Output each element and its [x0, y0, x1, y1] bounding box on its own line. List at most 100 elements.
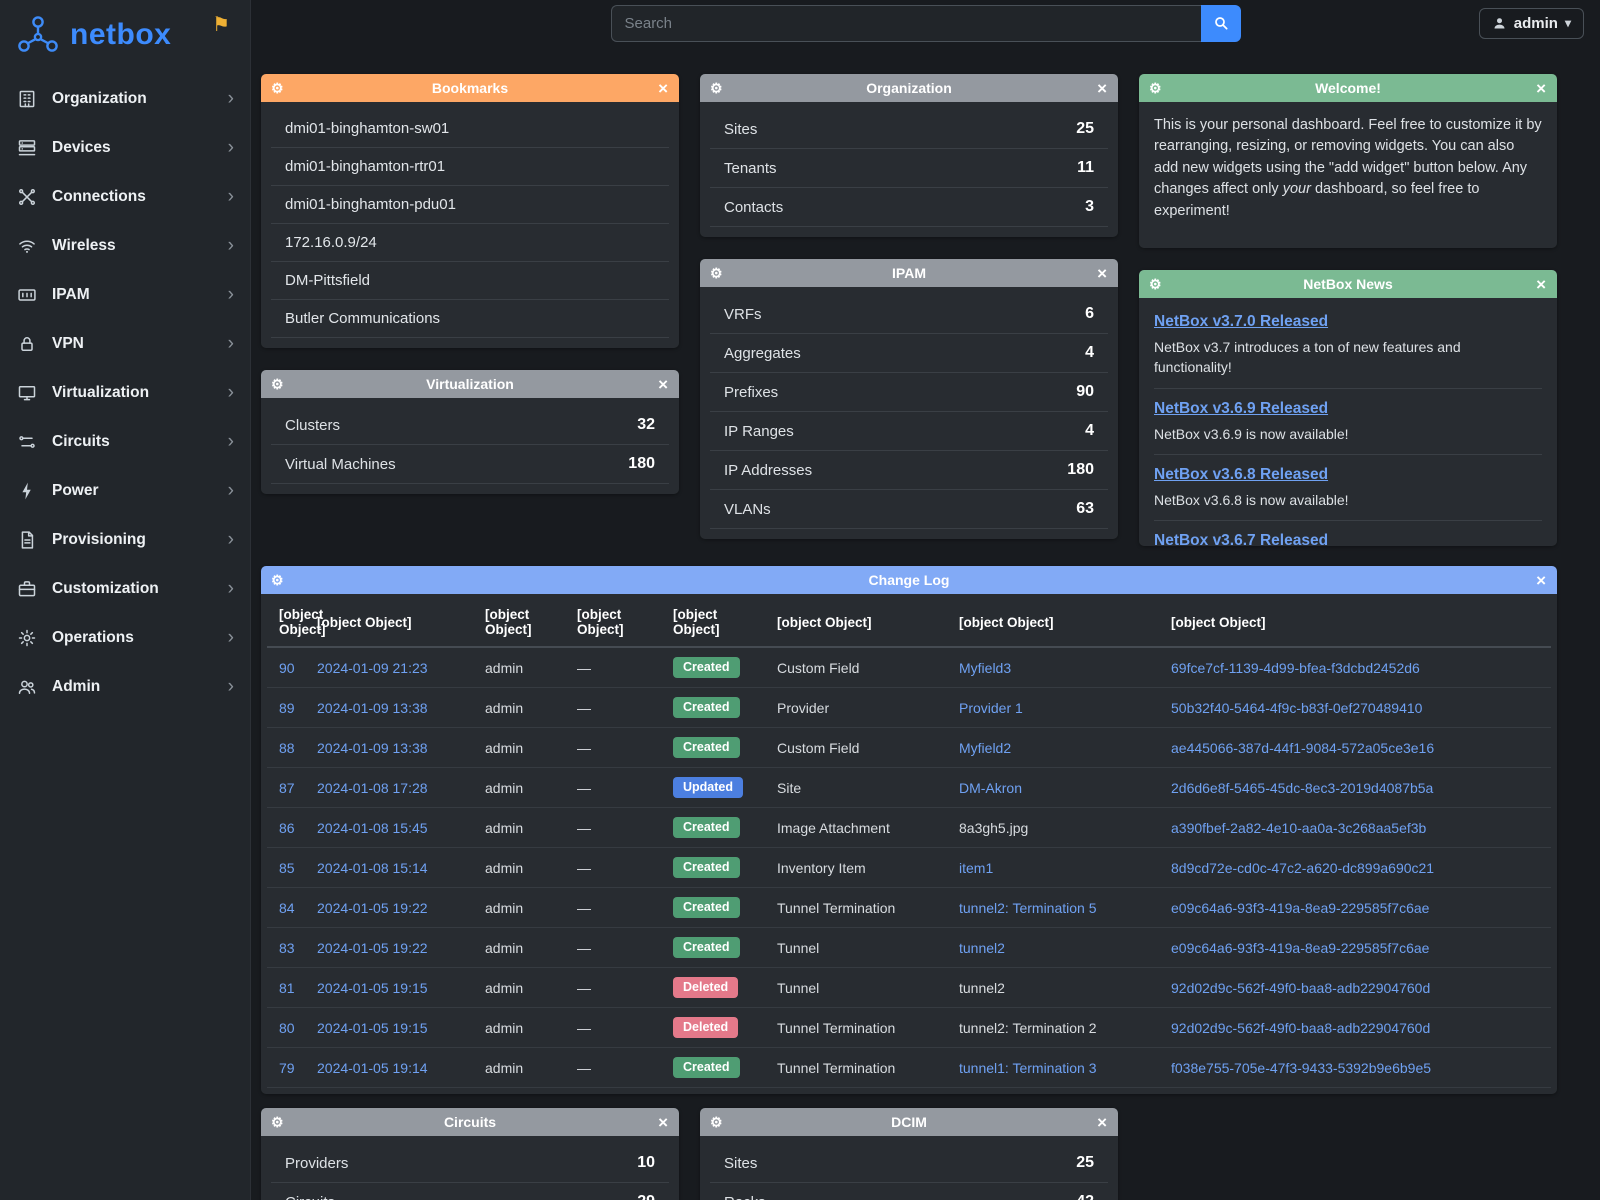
close-icon[interactable]: × — [1536, 80, 1546, 97]
changelog-time-link[interactable]: 2024-01-09 13:38 — [317, 740, 428, 756]
changelog-object[interactable]: tunnel2 — [959, 980, 1005, 996]
close-icon[interactable]: × — [658, 376, 668, 393]
changelog-time-link[interactable]: 2024-01-08 17:28 — [317, 780, 428, 796]
close-icon[interactable]: × — [1536, 276, 1546, 293]
changelog-id-link[interactable]: 89 — [279, 700, 295, 716]
close-icon[interactable]: × — [658, 1114, 668, 1131]
stat-label[interactable]: Sites — [724, 121, 757, 138]
close-icon[interactable]: × — [1536, 572, 1546, 589]
stat-label[interactable]: VLANs — [724, 501, 771, 518]
changelog-object[interactable]: tunnel2: Termination 5 — [959, 900, 1097, 916]
stat-label[interactable]: Prefixes — [724, 384, 778, 401]
close-icon[interactable]: × — [658, 80, 668, 97]
gear-icon[interactable]: ⚙ — [271, 81, 284, 95]
changelog-object[interactable]: tunnel2: Termination 2 — [959, 1020, 1097, 1036]
gear-icon[interactable]: ⚙ — [710, 1115, 723, 1129]
changelog-object[interactable]: Myfield2 — [959, 740, 1011, 756]
stat-label[interactable]: IP Addresses — [724, 462, 812, 479]
bookmark-item[interactable]: dmi01-binghamton-sw01 — [271, 110, 669, 148]
sidebar-item[interactable]: Connections › — [0, 172, 250, 221]
stat-label[interactable]: Aggregates — [724, 345, 801, 362]
changelog-object[interactable]: tunnel2 — [959, 940, 1005, 956]
changelog-object[interactable]: Provider 1 — [959, 700, 1023, 716]
stat-label[interactable]: Providers — [285, 1155, 348, 1172]
bookmark-item[interactable]: dmi01-binghamton-pdu01 — [271, 186, 669, 224]
changelog-request-id-link[interactable]: a390fbef-2a82-4e10-aa0a-3c268aa5ef3b — [1171, 820, 1426, 836]
changelog-time-link[interactable]: 2024-01-05 19:15 — [317, 1020, 428, 1036]
search-button[interactable] — [1201, 5, 1241, 42]
stat-label[interactable]: IP Ranges — [724, 423, 794, 440]
changelog-object[interactable]: DM-Akron — [959, 780, 1022, 796]
changelog-object[interactable]: tunnel1: Termination 3 — [959, 1060, 1097, 1076]
sidebar-item[interactable]: Virtualization › — [0, 368, 250, 417]
sidebar-item[interactable]: Wireless › — [0, 221, 250, 270]
changelog-object[interactable]: Myfield3 — [959, 660, 1011, 676]
changelog-request-id-link[interactable]: 92d02d9c-562f-49f0-baa8-adb22904760d — [1171, 980, 1430, 996]
gear-icon[interactable]: ⚙ — [271, 1115, 284, 1129]
sidebar-item[interactable]: VPN › — [0, 319, 250, 368]
pin-flag-icon[interactable]: ⚑ — [212, 12, 230, 37]
changelog-request-id-link[interactable]: e09c64a6-93f3-419a-8ea9-229585f7c6ae — [1171, 940, 1429, 956]
changelog-request-id-link[interactable]: 8d9cd72e-cd0c-47c2-a620-dc899a690c21 — [1171, 860, 1434, 876]
gear-icon[interactable]: ⚙ — [1149, 81, 1162, 95]
sidebar-item[interactable]: Organization › — [0, 74, 250, 123]
news-headline-link[interactable]: NetBox v3.6.8 Released — [1154, 466, 1328, 484]
changelog-request-id-link[interactable]: 69fce7cf-1139-4d99-bfea-f3dcbd2452d6 — [1171, 660, 1420, 676]
stat-label[interactable]: Sites — [724, 1155, 757, 1172]
stat-label[interactable]: Contacts — [724, 199, 783, 216]
changelog-time-link[interactable]: 2024-01-05 19:22 — [317, 940, 428, 956]
close-icon[interactable]: × — [1097, 265, 1107, 282]
sidebar-item[interactable]: Operations › — [0, 613, 250, 662]
bookmark-item[interactable]: Butler Communications — [271, 300, 669, 338]
sidebar-item[interactable]: Devices › — [0, 123, 250, 172]
gear-icon[interactable]: ⚙ — [271, 573, 284, 587]
gear-icon[interactable]: ⚙ — [710, 266, 723, 280]
sidebar-item[interactable]: Admin › — [0, 662, 250, 711]
search-input[interactable] — [611, 5, 1201, 42]
user-menu[interactable]: admin ▾ — [1479, 8, 1584, 39]
changelog-id-link[interactable]: 80 — [279, 1020, 295, 1036]
changelog-id-link[interactable]: 86 — [279, 820, 295, 836]
sidebar-item[interactable]: IPAM › — [0, 270, 250, 319]
sidebar-item[interactable]: Power › — [0, 466, 250, 515]
sidebar-item[interactable]: Customization › — [0, 564, 250, 613]
gear-icon[interactable]: ⚙ — [271, 377, 284, 391]
changelog-id-link[interactable]: 85 — [279, 860, 295, 876]
gear-icon[interactable]: ⚙ — [1149, 277, 1162, 291]
changelog-time-link[interactable]: 2024-01-05 19:14 — [317, 1060, 428, 1076]
news-headline-link[interactable]: NetBox v3.7.0 Released — [1154, 313, 1328, 331]
changelog-time-link[interactable]: 2024-01-09 13:38 — [317, 700, 428, 716]
stat-label[interactable]: VRFs — [724, 306, 762, 323]
stat-label[interactable]: Circuits — [285, 1194, 335, 1200]
close-icon[interactable]: × — [1097, 80, 1107, 97]
bookmark-item[interactable]: 172.16.0.9/24 — [271, 224, 669, 262]
stat-label[interactable]: Racks — [724, 1194, 766, 1200]
changelog-request-id-link[interactable]: 50b32f40-5464-4f9c-b83f-0ef270489410 — [1171, 700, 1422, 716]
news-headline-link[interactable]: NetBox v3.6.9 Released — [1154, 400, 1328, 418]
bookmark-item[interactable]: dmi01-binghamton-rtr01 — [271, 148, 669, 186]
changelog-id-link[interactable]: 87 — [279, 780, 295, 796]
bookmark-item[interactable]: DM-Pittsfield — [271, 262, 669, 300]
changelog-id-link[interactable]: 83 — [279, 940, 295, 956]
changelog-request-id-link[interactable]: 92d02d9c-562f-49f0-baa8-adb22904760d — [1171, 1020, 1430, 1036]
changelog-object[interactable]: item1 — [959, 860, 993, 876]
changelog-id-link[interactable]: 79 — [279, 1060, 295, 1076]
close-icon[interactable]: × — [1097, 1114, 1107, 1131]
sidebar-item[interactable]: Provisioning › — [0, 515, 250, 564]
changelog-time-link[interactable]: 2024-01-08 15:14 — [317, 860, 428, 876]
changelog-time-link[interactable]: 2024-01-09 21:23 — [317, 660, 428, 676]
changelog-time-link[interactable]: 2024-01-05 19:22 — [317, 900, 428, 916]
changelog-time-link[interactable]: 2024-01-08 15:45 — [317, 820, 428, 836]
stat-label[interactable]: Clusters — [285, 417, 340, 434]
sidebar-item[interactable]: Circuits › — [0, 417, 250, 466]
changelog-request-id-link[interactable]: f038e755-705e-47f3-9433-5392b9e6b9e5 — [1171, 1060, 1431, 1076]
stat-label[interactable]: Virtual Machines — [285, 456, 396, 473]
changelog-request-id-link[interactable]: e09c64a6-93f3-419a-8ea9-229585f7c6ae — [1171, 900, 1429, 916]
changelog-object[interactable]: 8a3gh5.jpg — [959, 820, 1028, 836]
changelog-request-id-link[interactable]: 2d6d6e8f-5465-45dc-8ec3-2019d4087b5a — [1171, 780, 1433, 796]
changelog-id-link[interactable]: 84 — [279, 900, 295, 916]
changelog-time-link[interactable]: 2024-01-05 19:15 — [317, 980, 428, 996]
changelog-id-link[interactable]: 90 — [279, 660, 295, 676]
stat-label[interactable]: Tenants — [724, 160, 777, 177]
changelog-id-link[interactable]: 88 — [279, 740, 295, 756]
